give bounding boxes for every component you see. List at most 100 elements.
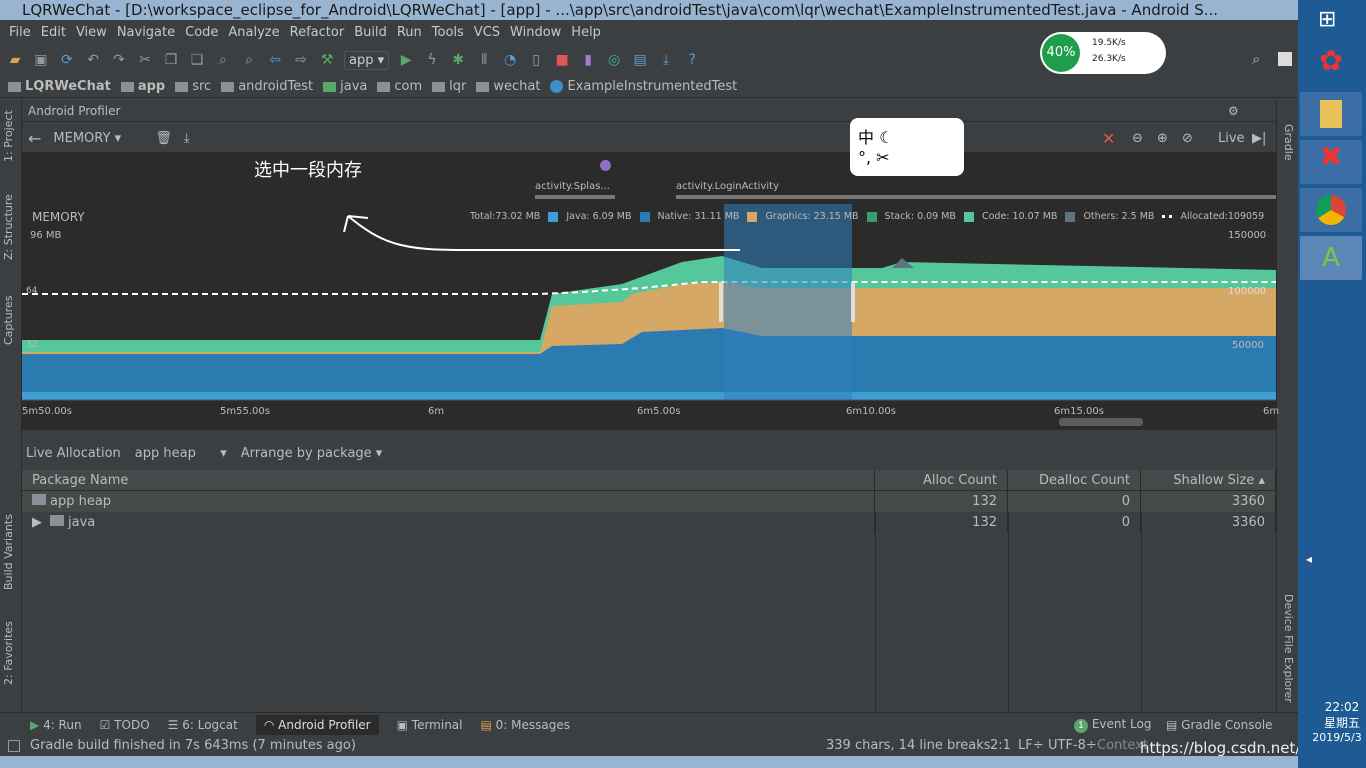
column-dealloc-count[interactable]: Dealloc Count bbox=[1008, 470, 1141, 490]
sync-icon[interactable]: ⟳ bbox=[58, 51, 76, 69]
menu-view[interactable]: View bbox=[71, 22, 112, 44]
cursor-position[interactable]: 2:1 bbox=[990, 736, 1011, 756]
search-everywhere-icon[interactable]: ⌕ bbox=[1252, 50, 1260, 68]
device-icon[interactable]: ⤓ bbox=[657, 51, 675, 69]
tab-favorites[interactable]: 2: Favorites bbox=[2, 621, 15, 685]
reset-zoom-icon[interactable]: ⊘ bbox=[1182, 131, 1193, 146]
breadcrumb-item[interactable]: ExampleInstrumentedTest bbox=[550, 79, 747, 94]
tab-project[interactable]: 1: Project bbox=[2, 110, 15, 162]
memory-chart[interactable]: MEMORY 96 MB 64 32 150000 100000 50000 T… bbox=[22, 204, 1279, 430]
breadcrumb-item[interactable]: src bbox=[175, 79, 221, 94]
table-row[interactable]: ▶ java 132 0 3360 bbox=[22, 512, 1276, 533]
timeline-scrollbar[interactable] bbox=[1059, 418, 1143, 426]
menu-navigate[interactable]: Navigate bbox=[112, 22, 180, 44]
tab-android-profiler[interactable]: ◠ Android Profiler bbox=[255, 714, 379, 735]
menu-code[interactable]: Code bbox=[180, 22, 223, 44]
run-config-select[interactable]: app ▾ bbox=[344, 50, 390, 70]
build-hammer-icon[interactable]: ⚒ bbox=[318, 51, 336, 69]
toggle-tool-windows-icon[interactable] bbox=[8, 740, 20, 752]
ime-widget[interactable]: 中 ☾ °, ✂ bbox=[850, 118, 964, 176]
app-x-icon[interactable]: ✖ bbox=[1300, 140, 1362, 184]
line-separator[interactable]: LF÷ bbox=[1018, 736, 1044, 756]
undo-icon[interactable]: ↶ bbox=[84, 51, 102, 69]
zoom-out-icon[interactable]: ⊖ bbox=[1132, 131, 1143, 146]
replace-icon[interactable]: ⌕ bbox=[240, 51, 258, 69]
tab-terminal[interactable]: ▣ Terminal bbox=[397, 718, 463, 732]
arrange-select[interactable]: Arrange by package ▾ bbox=[241, 446, 383, 461]
network-speed-widget[interactable]: 40% 19.5K/s 26.3K/s bbox=[1040, 32, 1166, 74]
breadcrumb-item[interactable]: androidTest bbox=[221, 79, 323, 94]
find-icon[interactable]: ⌕ bbox=[214, 51, 232, 69]
debug-icon[interactable]: ✱ bbox=[449, 51, 467, 69]
column-shallow-size[interactable]: Shallow Size ▴ bbox=[1141, 470, 1276, 490]
tab-logcat[interactable]: ☰ 6: Logcat bbox=[168, 718, 238, 732]
zoom-in-icon[interactable]: ⊕ bbox=[1157, 131, 1168, 146]
tab-captures[interactable]: Captures bbox=[2, 296, 15, 345]
cut-icon[interactable]: ✂ bbox=[136, 51, 154, 69]
tab-run[interactable]: ▶ 4: Run bbox=[30, 718, 82, 732]
breadcrumb-item[interactable]: java bbox=[323, 79, 377, 94]
column-alloc-count[interactable]: Alloc Count bbox=[875, 470, 1008, 490]
menu-build[interactable]: Build bbox=[349, 22, 392, 44]
monitor-select[interactable]: MEMORY ▾ bbox=[53, 131, 143, 146]
tab-event-log[interactable]: 1 Event Log bbox=[1074, 717, 1151, 733]
paste-icon[interactable]: ❏ bbox=[188, 51, 206, 69]
clock[interactable]: 22:02 星期五 2019/5/3 bbox=[1312, 700, 1362, 744]
menu-run[interactable]: Run bbox=[392, 22, 427, 44]
app-360-icon[interactable]: ✿ bbox=[1300, 44, 1362, 88]
redo-icon[interactable]: ↷ bbox=[110, 51, 128, 69]
sdk-manager-icon[interactable]: ◎ bbox=[605, 51, 623, 69]
attach-icon[interactable]: ⫴ bbox=[475, 51, 493, 69]
menu-file[interactable]: File bbox=[4, 22, 36, 44]
tab-build-variants[interactable]: Build Variants bbox=[2, 514, 15, 590]
avd-manager-icon[interactable]: ▮ bbox=[579, 51, 597, 69]
tab-gradle-console[interactable]: ▤ Gradle Console bbox=[1166, 718, 1273, 732]
chrome-icon[interactable] bbox=[1300, 188, 1362, 232]
table-row[interactable]: app heap 132 0 3360 bbox=[22, 491, 1276, 512]
gc-trash-icon[interactable]: 🗑 bbox=[155, 131, 172, 146]
logcat-icon[interactable]: ▯ bbox=[527, 51, 545, 69]
tab-gradle[interactable]: Gradle bbox=[1282, 124, 1295, 161]
profile-icon[interactable]: ◔ bbox=[501, 51, 519, 69]
back-arrow-icon[interactable]: ← bbox=[28, 129, 41, 148]
open-icon[interactable]: ▰ bbox=[6, 51, 24, 69]
settings-icon[interactable]: ⚙ bbox=[1228, 100, 1239, 122]
android-studio-icon[interactable]: A bbox=[1300, 236, 1362, 280]
run-icon[interactable]: ▶ bbox=[397, 51, 415, 69]
stop-icon[interactable]: ■ bbox=[553, 51, 571, 69]
windows-start-icon[interactable]: ⊞ bbox=[1318, 8, 1342, 32]
tab-device-file-explorer[interactable]: Device File Explorer bbox=[1282, 594, 1295, 703]
encoding[interactable]: UTF-8÷ bbox=[1048, 736, 1097, 756]
heap-dump-icon[interactable]: ⤓ bbox=[184, 131, 190, 146]
breadcrumb-item[interactable]: LQRWeChat bbox=[8, 79, 121, 94]
expand-arrow-icon[interactable]: ▶ bbox=[32, 515, 42, 530]
copy-icon[interactable]: ❐ bbox=[162, 51, 180, 69]
menu-tools[interactable]: Tools bbox=[427, 22, 469, 44]
apply-changes-icon[interactable]: ϟ bbox=[423, 51, 441, 69]
back-icon[interactable]: ⇦ bbox=[266, 51, 284, 69]
forward-icon[interactable]: ⇨ bbox=[292, 51, 310, 69]
breadcrumb-item[interactable]: lqr bbox=[432, 79, 476, 94]
menu-window[interactable]: Window bbox=[505, 22, 566, 44]
show-hidden-icons[interactable]: ◂ bbox=[1306, 552, 1312, 566]
breadcrumb-item[interactable]: wechat bbox=[476, 79, 550, 94]
save-icon[interactable]: ▣ bbox=[32, 51, 50, 69]
help-icon[interactable]: ? bbox=[683, 51, 701, 69]
menu-edit[interactable]: Edit bbox=[36, 22, 71, 44]
tab-messages[interactable]: ▤ 0: Messages bbox=[481, 718, 571, 732]
live-button[interactable]: Live bbox=[1218, 131, 1245, 146]
file-explorer-icon[interactable] bbox=[1300, 92, 1362, 136]
column-package-name[interactable]: Package Name bbox=[22, 470, 875, 490]
menu-help[interactable]: Help bbox=[566, 22, 606, 44]
heap-select[interactable]: app heap ▾ bbox=[135, 446, 227, 461]
menu-vcs[interactable]: VCS bbox=[469, 22, 505, 44]
menu-analyze[interactable]: Analyze bbox=[223, 22, 284, 44]
close-icon[interactable]: ✕ bbox=[1102, 129, 1115, 148]
tab-todo[interactable]: ☑ TODO bbox=[100, 718, 150, 732]
go-live-icon[interactable]: ▶| bbox=[1252, 131, 1266, 146]
breadcrumb-item[interactable]: com bbox=[377, 79, 432, 94]
breadcrumb-item[interactable]: app bbox=[120, 79, 175, 94]
menu-refactor[interactable]: Refactor bbox=[285, 22, 350, 44]
project-structure-icon[interactable]: ▤ bbox=[631, 51, 649, 69]
user-icon[interactable] bbox=[1278, 52, 1292, 66]
